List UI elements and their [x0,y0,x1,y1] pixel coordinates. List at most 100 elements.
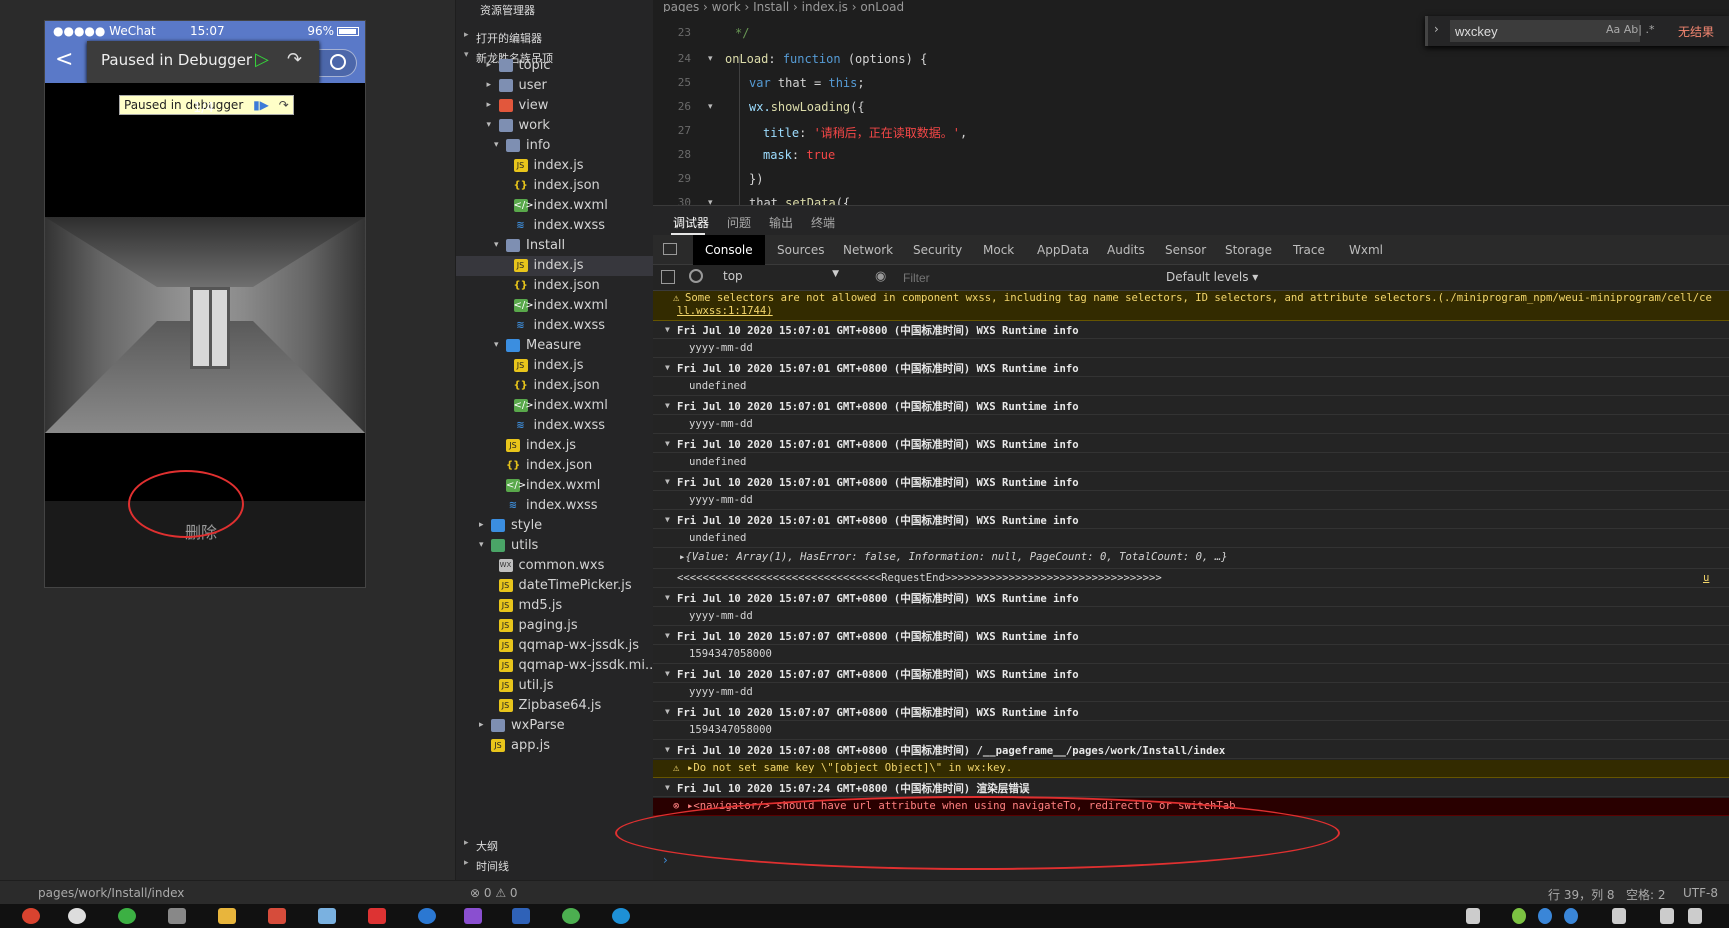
resume-icon[interactable]: ▮▶ [253,98,269,112]
group-toggle-icon[interactable]: ▼ [665,669,670,678]
tab-audits[interactable]: Audits [1095,235,1157,265]
collapse-chevron-icon[interactable]: ▸ [487,60,492,70]
tree-file[interactable]: </> index.wxml [456,396,653,416]
inspect-element-icon[interactable] [663,243,677,255]
visual-studio-icon[interactable] [464,908,482,924]
clear-console-icon[interactable] [689,269,703,283]
tree-file[interactable]: JS qqmap-wx-jssdk.mi... [456,656,653,676]
tree-file[interactable]: JS paging.js [456,616,653,636]
encoding[interactable]: UTF-8 [1683,886,1718,900]
app-icon[interactable] [612,908,630,924]
console-message[interactable]: ▼ Fri Jul 10 2020 15:07:01 GMT+0800 (中国标准… [653,473,1729,491]
tab-problems[interactable]: 问题 [727,214,751,231]
tree-file[interactable]: </> index.wxml [456,196,653,216]
toggle-replace-chevron-icon[interactable]: › [1434,22,1439,36]
expand-chevron-icon[interactable]: ▾ [487,120,492,130]
tab-mock[interactable]: Mock [971,235,1026,265]
app-icon[interactable] [418,908,436,924]
source-link[interactable]: u [1703,572,1709,584]
console-message[interactable]: ▼ Fri Jul 10 2020 15:07:01 GMT+0800 (中国标准… [653,511,1729,529]
expand-chevron-icon[interactable]: ▾ [494,240,499,250]
tree-file[interactable]: </> index.wxml [456,476,653,496]
group-toggle-icon[interactable]: ▼ [665,325,670,334]
tab-console[interactable]: Console [693,235,765,265]
console-message[interactable]: ▼ Fri Jul 10 2020 15:07:07 GMT+0800 (中国标准… [653,589,1729,607]
code-line-25[interactable]: var that = this; [749,76,865,90]
tray-icon[interactable] [1612,908,1626,924]
console-message[interactable]: ▼ Fri Jul 10 2020 15:07:01 GMT+0800 (中国标准… [653,359,1729,377]
tree-folder[interactable]: ▾ Measure [456,336,653,356]
search-options[interactable]: Aa Ab| .* [1606,23,1654,36]
fold-chevron-icon[interactable]: ▾ [708,102,713,112]
console-message[interactable]: ▼ Fri Jul 10 2020 15:07:07 GMT+0800 (中国标准… [653,665,1729,683]
timeline-section[interactable]: ▸ 时间线 [456,856,653,874]
code-line-27[interactable]: title: '请稍后，正在读取数据。', [763,124,967,141]
back-icon[interactable]: < [55,47,73,72]
tree-file[interactable]: {} index.json [456,276,653,296]
code-line-28[interactable]: mask: true [763,148,835,162]
tray-icon[interactable] [1688,908,1702,924]
expand-chevron-icon[interactable]: ▾ [479,540,484,550]
folder-icon[interactable] [218,908,236,924]
tray-icon[interactable] [1466,908,1480,924]
tree-folder[interactable]: ▾ utils [456,536,653,556]
tree-folder[interactable]: ▸ user [456,76,653,96]
close-capsule-icon[interactable] [330,54,346,70]
tree-file[interactable]: ≋ index.wxss [456,216,653,236]
tree-file[interactable]: WX common.wxs [456,556,653,576]
open-editors-section[interactable]: ▸ 打开的编辑器 [456,28,653,46]
console-message[interactable]: ▼ Fri Jul 10 2020 15:07:07 GMT+0800 (中国标准… [653,627,1729,645]
app-icon[interactable] [368,908,386,924]
tree-file[interactable]: JS index.js [456,356,653,376]
tab-sensor[interactable]: Sensor [1153,235,1218,265]
tree-file[interactable]: JS app.js [456,736,653,756]
page-path[interactable]: pages/work/Install/index [38,886,184,900]
tree-file[interactable]: JS util.js [456,676,653,696]
tree-file[interactable]: </> index.wxml [456,296,653,316]
code-line-29[interactable]: }) [749,172,763,186]
code-line-23[interactable]: */ [735,26,749,40]
cursor-position[interactable]: 行 39，列 8 [1548,886,1615,903]
tab-network[interactable]: Network [831,235,905,265]
tab-output[interactable]: 输出 [769,214,793,231]
group-toggle-icon[interactable]: ▼ [665,401,670,410]
tab-appdata[interactable]: AppData [1025,235,1101,265]
collapse-chevron-icon[interactable]: ▸ [479,520,484,530]
tree-file[interactable]: JS index.js [456,156,653,176]
tree-file[interactable]: JS Zipbase64.js [456,696,653,716]
tree-folder[interactable]: ▾ Install [456,236,653,256]
filter-input[interactable] [903,268,1103,288]
tree-file[interactable]: {} index.json [456,456,653,476]
group-toggle-icon[interactable]: ▼ [665,593,670,602]
tree-file[interactable]: JS md5.js [456,596,653,616]
group-toggle-icon[interactable]: ▼ [665,631,670,640]
console-message[interactable]: ▼ Fri Jul 10 2020 15:07:01 GMT+0800 (中国标准… [653,321,1729,339]
group-toggle-icon[interactable]: ▼ [665,477,670,486]
fold-chevron-icon[interactable]: ▾ [708,54,713,64]
tree-file[interactable]: JS dateTimePicker.js [456,576,653,596]
breadcrumb[interactable]: pages › work › Install › index.js › onLo… [663,0,904,12]
tab-storage[interactable]: Storage [1213,235,1284,265]
group-toggle-icon[interactable]: ▼ [665,363,670,372]
code-line-24[interactable]: onLoad: function (options) { [725,52,927,66]
expand-chevron-icon[interactable]: ▾ [494,340,499,350]
tree-folder[interactable]: ▸ topic [456,56,653,76]
tray-icon[interactable] [1564,908,1578,924]
sidebar-toggle-icon[interactable] [661,270,675,284]
console-message[interactable]: ▼ Fri Jul 10 2020 15:07:01 GMT+0800 (中国标准… [653,397,1729,415]
log-levels-dropdown[interactable]: Default levels ▾ [1166,270,1258,284]
tree-file[interactable]: {} index.json [456,176,653,196]
tree-folder[interactable]: ▸ wxParse [456,716,653,736]
wechat-devtools-icon[interactable] [118,908,136,924]
tree-file[interactable]: ≋ index.wxss [456,496,653,516]
console-message[interactable]: ▼ Fri Jul 10 2020 15:07:01 GMT+0800 (中国标准… [653,435,1729,453]
console-message[interactable]: ▸{Value: Array(1), HasError: false, Info… [653,549,1729,569]
tree-file[interactable]: ≋ index.wxss [456,316,653,336]
tray-icon[interactable] [1660,908,1674,924]
tab-security[interactable]: Security [901,235,974,265]
console-message[interactable]: ▼ Fri Jul 10 2020 15:07:24 GMT+0800 (中国标准… [653,779,1729,797]
tree-file[interactable]: JS qqmap-wx-jssdk.js [456,636,653,656]
expand-chevron-icon[interactable]: ▾ [494,140,499,150]
tray-icon[interactable] [1538,908,1552,924]
console-message[interactable]: ▼ Fri Jul 10 2020 15:07:07 GMT+0800 (中国标准… [653,703,1729,721]
